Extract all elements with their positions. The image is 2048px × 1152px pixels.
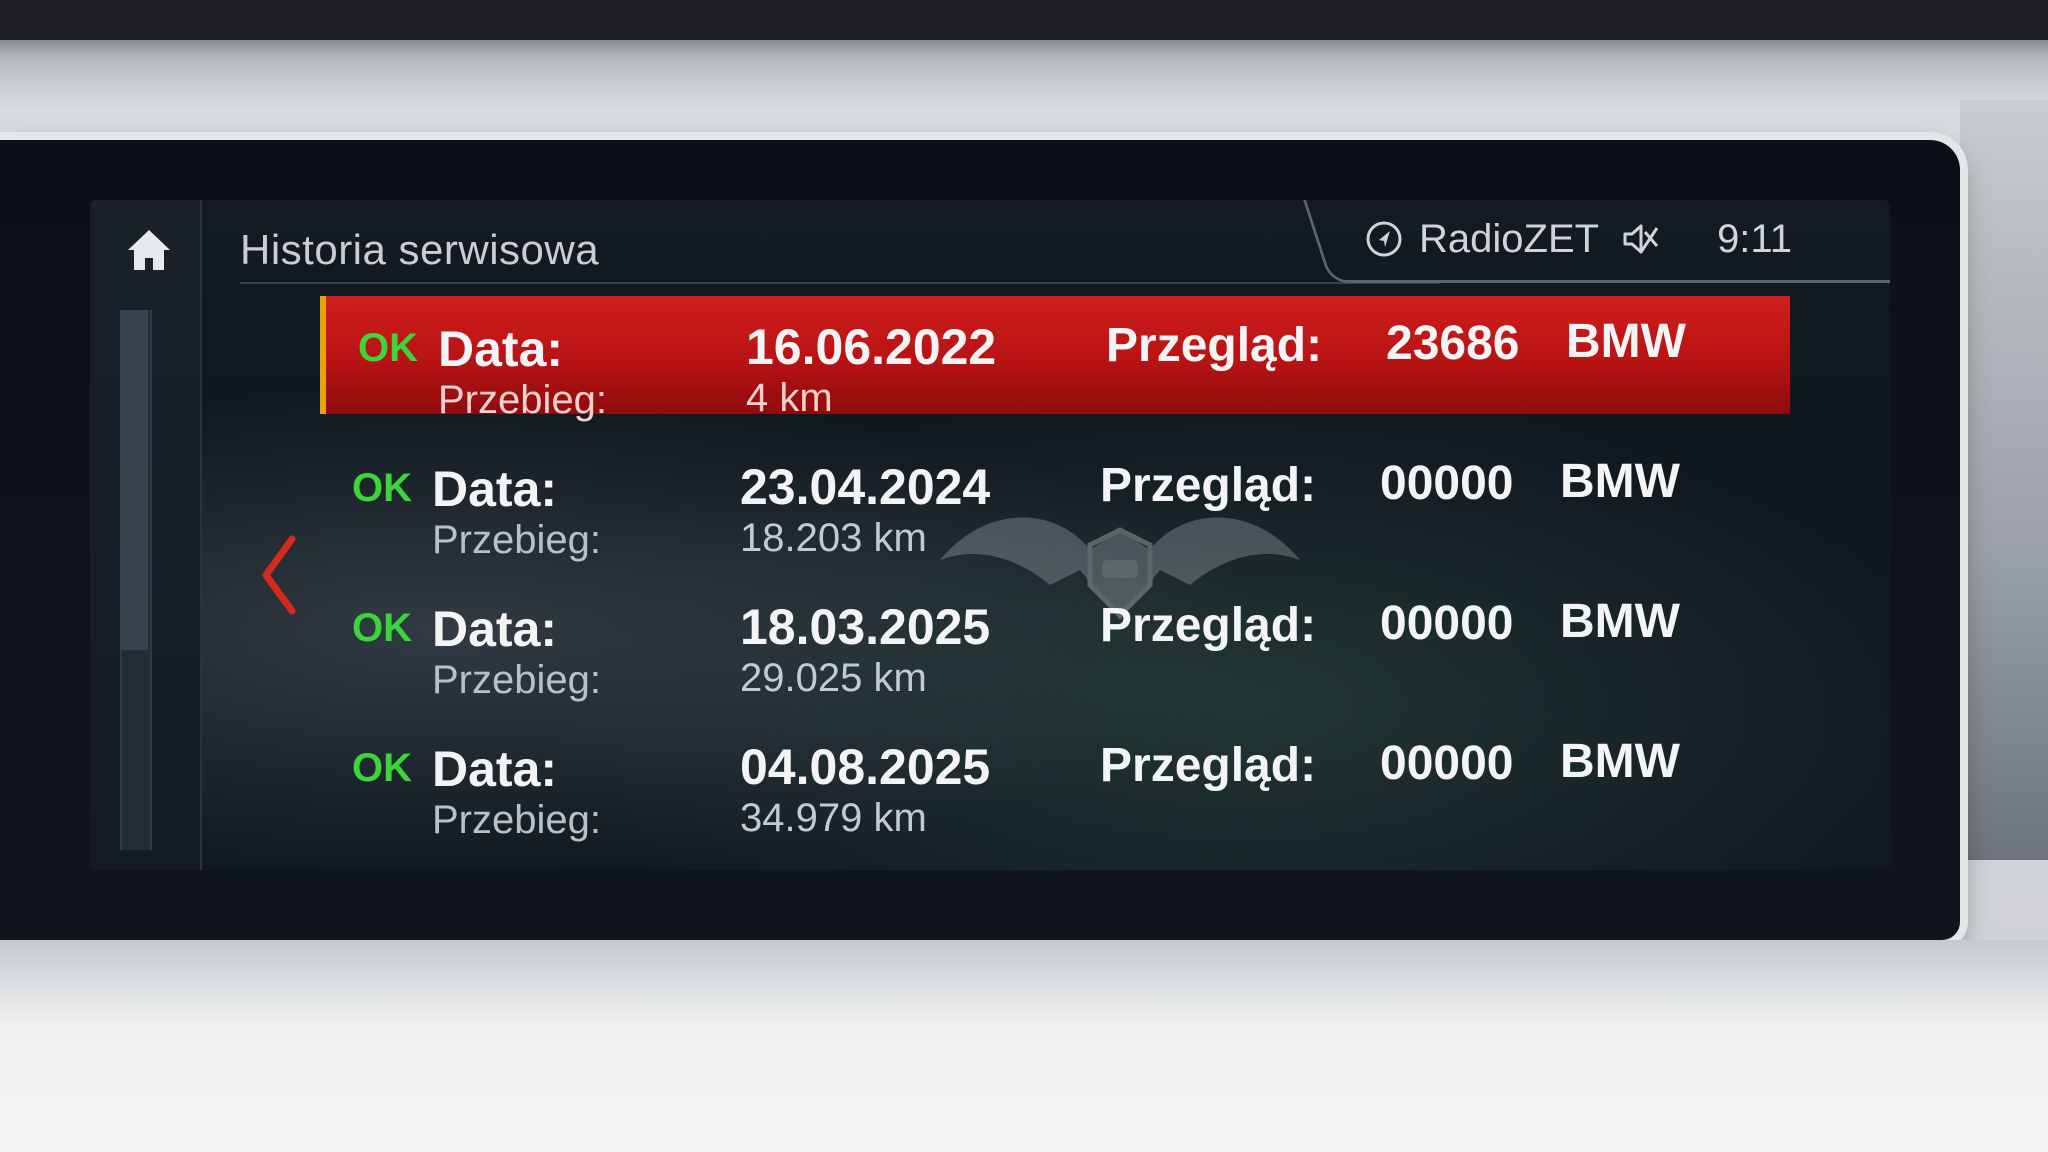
mileage-value: 18.203 km bbox=[740, 516, 927, 560]
speaker-muted-icon bbox=[1621, 220, 1661, 258]
inspection-value: 23686 bbox=[1386, 317, 1520, 370]
date-label: Data: bbox=[432, 601, 558, 657]
mileage-label: Przebieg: bbox=[432, 798, 601, 842]
mileage-value: 4 km bbox=[746, 376, 833, 420]
home-column bbox=[90, 200, 202, 870]
page-title: Historia serwisowa bbox=[240, 226, 600, 273]
service-date: 04.08.2025 bbox=[740, 739, 991, 795]
status-ok-label: OK bbox=[358, 326, 418, 370]
service-brand: BMW bbox=[1566, 315, 1686, 368]
date-label: Data: bbox=[438, 321, 564, 377]
header-divider bbox=[240, 282, 1440, 284]
mileage-label: Przebieg: bbox=[432, 658, 601, 702]
watermark-logo bbox=[930, 490, 1310, 650]
dashboard-trim-right bbox=[1960, 100, 2048, 860]
date-label: Data: bbox=[432, 461, 558, 517]
mileage-value: 29.025 km bbox=[740, 656, 927, 700]
inspection-label: Przegląd: bbox=[1100, 739, 1317, 792]
date-label: Data: bbox=[432, 741, 558, 797]
service-brand: BMW bbox=[1560, 595, 1680, 648]
service-record-row[interactable]: OK Data: 04.08.2025 Przegląd: 00000 BMW … bbox=[320, 716, 1790, 856]
service-date: 16.06.2022 bbox=[746, 319, 997, 375]
clock: 9:11 bbox=[1717, 216, 1792, 261]
infotainment-screen: Historia serwisowa RadioZET 9:11 OK Data… bbox=[90, 200, 1890, 870]
service-brand: BMW bbox=[1560, 735, 1680, 788]
audio-source[interactable]: RadioZET bbox=[1419, 217, 1599, 262]
inspection-value: 00000 bbox=[1380, 597, 1514, 650]
mileage-label: Przebieg: bbox=[438, 378, 607, 422]
mileage-value: 34.979 km bbox=[740, 796, 927, 840]
status-ok-label: OK bbox=[352, 466, 412, 510]
status-ok-label: OK bbox=[352, 606, 412, 650]
status-ok-label: OK bbox=[352, 746, 412, 790]
dashboard-top bbox=[0, 0, 2048, 40]
mileage-label: Przebieg: bbox=[432, 518, 601, 562]
service-brand: BMW bbox=[1560, 455, 1680, 508]
service-record-row[interactable]: OK Data: 16.06.2022 Przegląd: 23686 BMW … bbox=[320, 296, 1790, 422]
inspection-label: Przegląd: bbox=[1106, 319, 1323, 372]
home-icon[interactable] bbox=[126, 228, 172, 272]
side-scroll-thumb[interactable] bbox=[120, 310, 148, 650]
navigation-arrow-icon bbox=[1365, 220, 1403, 258]
status-bar: RadioZET 9:11 bbox=[1365, 214, 1792, 264]
inspection-value: 00000 bbox=[1380, 457, 1514, 510]
chevron-left-icon[interactable] bbox=[258, 535, 298, 615]
inspection-value: 00000 bbox=[1380, 737, 1514, 790]
dashboard-trim-lower bbox=[0, 940, 2048, 1152]
